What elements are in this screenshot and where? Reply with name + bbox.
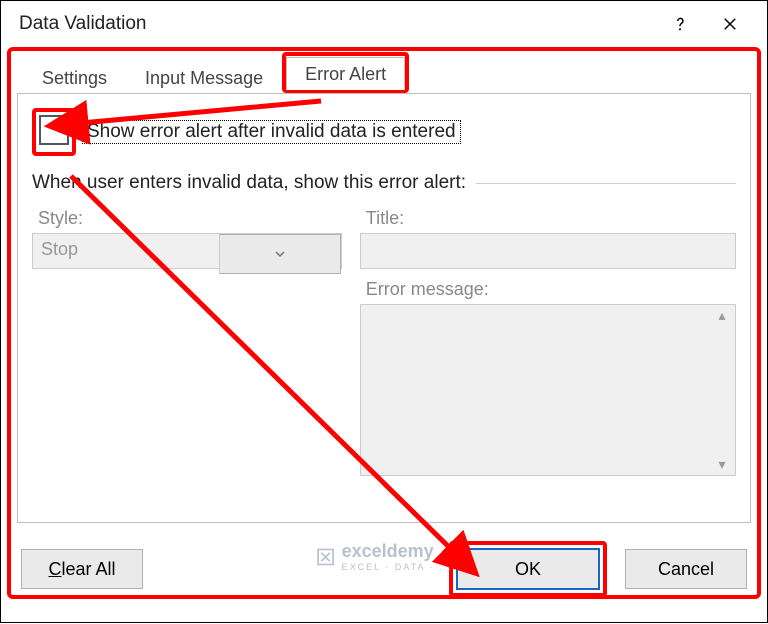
scroll-down-icon: ▾ (711, 456, 733, 473)
highlight-ok-button: OK (449, 541, 607, 597)
textarea-scrollbar[interactable]: ▴ ▾ (711, 307, 733, 473)
highlight-error-alert-tab: Error Alert (282, 52, 409, 93)
error-message-textarea[interactable]: ▴ ▾ (360, 304, 736, 476)
button-row: Clear All OK Cancel (17, 541, 751, 597)
dialog-title: Data Validation (13, 13, 655, 35)
style-label: Style: (38, 208, 342, 229)
chevron-down-icon (274, 248, 286, 260)
help-button[interactable] (655, 1, 705, 47)
error-alert-group: When user enters invalid data, show this… (32, 172, 736, 476)
clear-all-accelerator: C (48, 559, 61, 579)
tab-strip: Settings Input Message Error Alert (17, 57, 751, 93)
tab-settings[interactable]: Settings (23, 61, 126, 94)
show-alert-row: Show error alert after invalid data is e… (32, 108, 736, 156)
title-label: Title: (366, 208, 736, 229)
message-label: Error message: (366, 279, 736, 300)
show-alert-label[interactable]: Show error alert after invalid data is e… (82, 120, 461, 144)
style-select[interactable]: Stop (32, 233, 342, 269)
cancel-button[interactable]: Cancel (625, 549, 747, 589)
left-column: Style: Stop (32, 204, 342, 476)
error-alert-panel: Show error alert after invalid data is e… (17, 93, 751, 523)
style-value: Stop (33, 234, 219, 268)
ok-button[interactable]: OK (456, 548, 600, 590)
right-column: Title: Error message: ▴ ▾ (360, 204, 736, 476)
scroll-up-icon: ▴ (711, 307, 733, 324)
fields-columns: Style: Stop Title: Error message: (32, 204, 736, 476)
data-validation-dialog: Data Validation Settings Input Message E… (0, 0, 768, 623)
group-divider (476, 183, 736, 184)
help-icon (671, 15, 689, 33)
show-alert-checkbox[interactable] (39, 115, 69, 145)
close-button[interactable] (705, 1, 755, 47)
group-heading-row: When user enters invalid data, show this… (32, 172, 736, 194)
highlight-checkbox (32, 108, 76, 156)
clear-all-button[interactable]: Clear All (21, 549, 143, 589)
group-heading: When user enters invalid data, show this… (32, 172, 466, 194)
dialog-body: Settings Input Message Error Alert Show … (7, 47, 761, 599)
titlebar: Data Validation (7, 1, 761, 47)
tab-input-message[interactable]: Input Message (126, 61, 282, 94)
style-dropdown-button[interactable] (219, 234, 341, 274)
close-icon (721, 15, 739, 33)
tab-error-alert[interactable]: Error Alert (286, 57, 405, 90)
clear-all-rest: lear All (61, 559, 115, 579)
title-input[interactable] (360, 233, 736, 269)
